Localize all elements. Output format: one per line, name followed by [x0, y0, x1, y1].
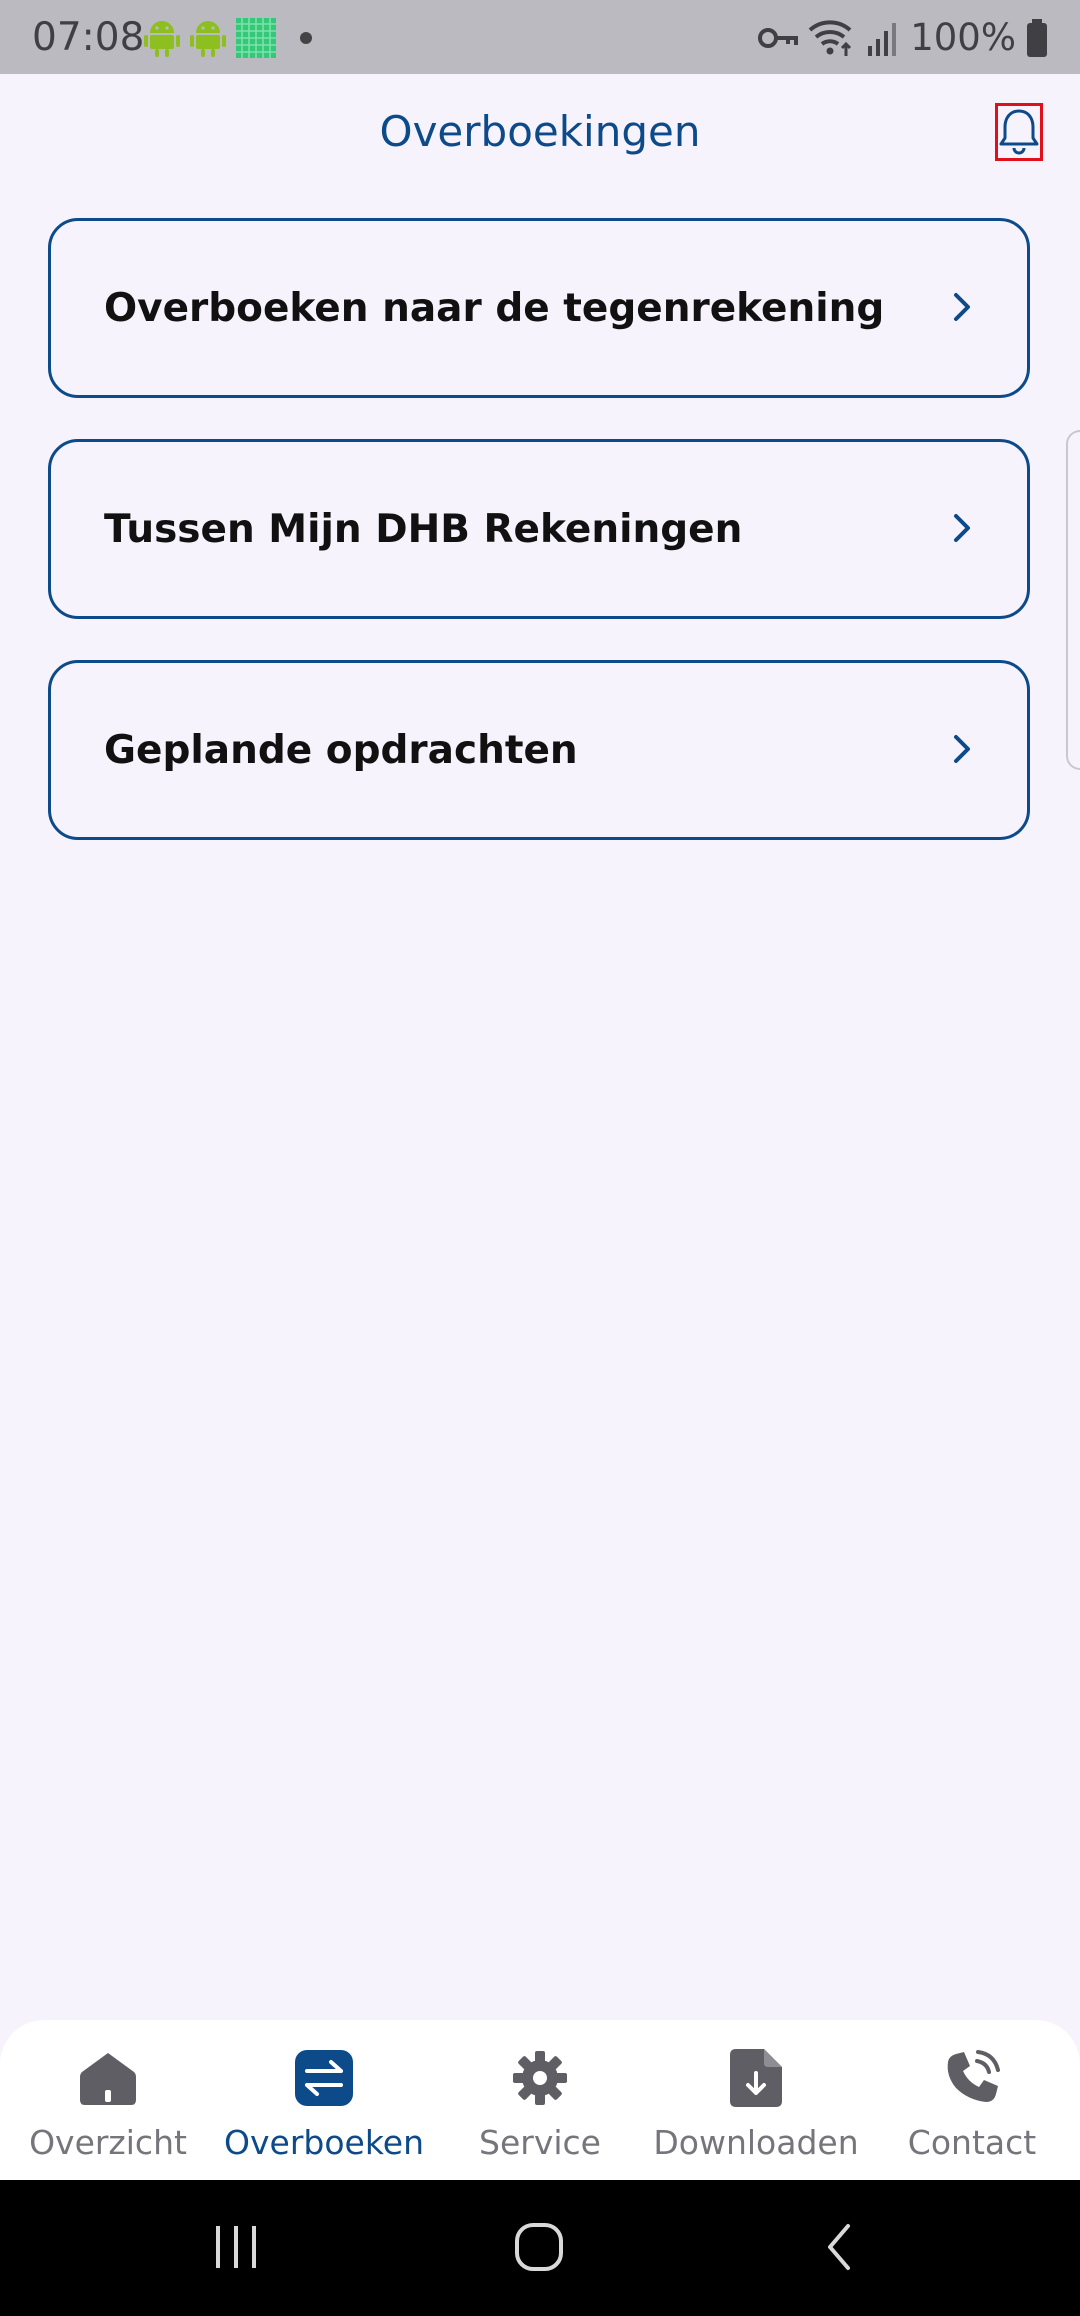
bottom-navigation: Overzicht Overboeken Service Downloaden … — [0, 2020, 1080, 2180]
android-icon — [190, 21, 226, 57]
bell-icon — [999, 109, 1039, 155]
menu-item-scheduled-orders[interactable]: Geplande opdrachten — [48, 660, 1030, 840]
back-icon[interactable] — [822, 2222, 856, 2272]
phone-icon — [942, 2048, 1002, 2108]
recent-apps-icon[interactable] — [212, 2222, 260, 2272]
app-grid-icon — [236, 18, 276, 58]
gear-icon — [510, 2048, 570, 2108]
transfer-icon — [294, 2048, 354, 2108]
battery-icon — [1027, 19, 1047, 57]
nav-label: Contact — [907, 2123, 1037, 2162]
menu-item-between-accounts[interactable]: Tussen Mijn DHB Rekeningen — [48, 439, 1030, 619]
menu-item-label: Overboeken naar de tegenrekening — [104, 285, 885, 331]
chevron-right-icon — [954, 514, 970, 542]
battery-percentage: 100% — [910, 16, 1016, 59]
dot-icon — [300, 32, 312, 44]
nav-item-overzicht[interactable]: Overzicht — [0, 2020, 216, 2180]
chevron-right-icon — [954, 735, 970, 763]
nav-item-overboeken[interactable]: Overboeken — [216, 2020, 432, 2180]
notifications-button[interactable] — [995, 103, 1043, 161]
home-button-icon[interactable] — [514, 2222, 564, 2272]
status-left-icons — [144, 16, 316, 60]
nav-label: Overzicht — [29, 2123, 187, 2162]
nav-label: Service — [479, 2123, 601, 2162]
home-icon — [78, 2048, 138, 2108]
menu-item-label: Tussen Mijn DHB Rekeningen — [104, 506, 743, 552]
status-time: 07:08 — [32, 15, 145, 60]
status-right-icons: 100% — [758, 16, 1048, 60]
signal-icon — [868, 23, 897, 56]
android-icon — [144, 21, 180, 57]
system-navigation-bar — [0, 2180, 1080, 2316]
nav-item-contact[interactable]: Contact — [864, 2020, 1080, 2180]
chevron-right-icon — [954, 293, 970, 321]
wifi-icon — [808, 20, 852, 56]
nav-label: Overboeken — [224, 2123, 424, 2162]
nav-item-downloaden[interactable]: Downloaden — [648, 2020, 864, 2180]
menu-item-label: Geplande opdrachten — [104, 727, 578, 773]
edge-panel-handle[interactable] — [1066, 430, 1080, 770]
nav-item-service[interactable]: Service — [432, 2020, 648, 2180]
menu-item-transfer-counter-account[interactable]: Overboeken naar de tegenrekening — [48, 218, 1030, 398]
page-title: Overboekingen — [379, 107, 701, 156]
download-file-icon — [726, 2048, 786, 2108]
vpn-key-icon — [758, 28, 799, 48]
nav-label: Downloaden — [653, 2123, 859, 2162]
status-bar: 07:08 100% — [0, 0, 1080, 74]
